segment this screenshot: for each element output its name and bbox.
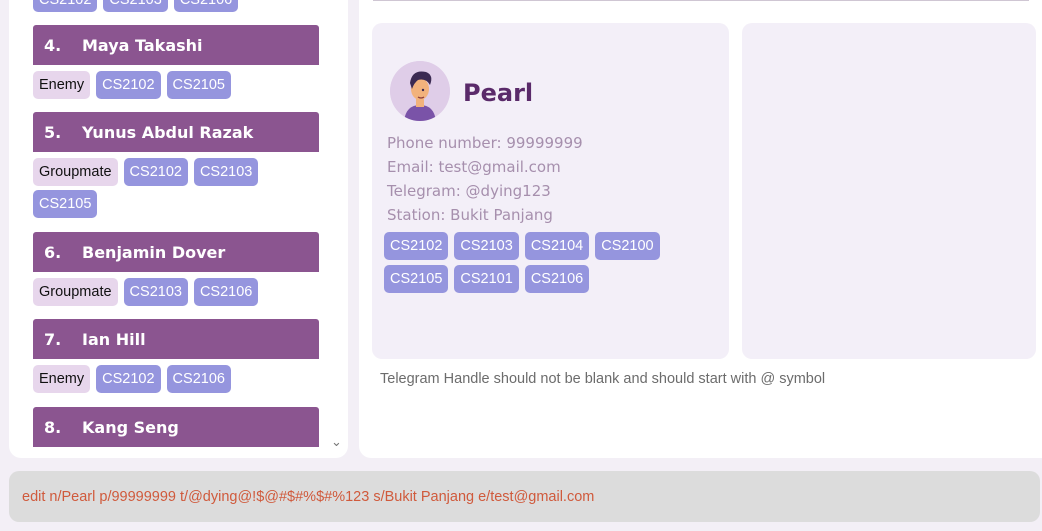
person-card-header[interactable]: 8. Kang Seng bbox=[33, 407, 319, 447]
module-tag: CS2103 bbox=[454, 232, 519, 260]
module-tag: CS2103 bbox=[193, 158, 259, 186]
person-index: 4. bbox=[44, 35, 62, 55]
detail-modules-row: CS2105 CS2101 CS2106 bbox=[384, 265, 590, 293]
person-card-header[interactable]: 5. Yunus Abdul Razak bbox=[33, 112, 319, 152]
module-tag: CS2106 bbox=[166, 365, 231, 393]
person-name: Benjamin Dover bbox=[82, 242, 226, 262]
module-tag: CS2106 bbox=[193, 278, 259, 306]
person-name: Kang Seng bbox=[82, 417, 179, 437]
avatar-icon bbox=[390, 61, 450, 121]
person-index: 5. bbox=[44, 122, 62, 142]
divider bbox=[373, 0, 1029, 1]
person-name: Ian Hill bbox=[82, 329, 146, 349]
detail-phone: Phone number: 99999999 bbox=[387, 134, 583, 152]
secondary-card bbox=[742, 23, 1036, 359]
module-tag: CS2102 bbox=[96, 71, 161, 99]
module-tag: CS2102 bbox=[33, 0, 98, 12]
module-tag: CS2102 bbox=[96, 365, 161, 393]
person-name: Maya Takashi bbox=[82, 35, 203, 55]
detail-name: Pearl bbox=[463, 79, 534, 107]
module-tag: CS2106 bbox=[524, 265, 590, 293]
person-index: 7. bbox=[44, 329, 62, 349]
person-card-header[interactable]: 6. Benjamin Dover bbox=[33, 232, 319, 272]
module-tag: CS2102 bbox=[123, 158, 188, 186]
role-tag: Groupmate bbox=[33, 158, 118, 186]
result-feedback: Telegram Handle should not be blank and … bbox=[380, 371, 826, 387]
person-tags: Enemy CS2102 CS2106 bbox=[33, 365, 323, 393]
command-box[interactable] bbox=[9, 471, 1040, 522]
person-tags: Enemy CS2102 CS2105 bbox=[33, 71, 323, 99]
detail-email: Email: test@gmail.com bbox=[387, 158, 561, 176]
person-index: 8. bbox=[44, 417, 62, 437]
role-tag: Enemy bbox=[33, 71, 91, 99]
person-tags: Groupmate CS2102 CS2103 CS2105 bbox=[33, 158, 323, 218]
module-tag: CS2102 bbox=[384, 232, 449, 260]
person-tags: Groupmate CS2103 CS2106 bbox=[33, 278, 323, 306]
module-tag: CS2105 bbox=[166, 71, 231, 99]
person-card-header[interactable]: 4. Maya Takashi bbox=[33, 25, 319, 65]
chevron-down-icon[interactable]: ⌄ bbox=[331, 434, 342, 450]
person-list-panel[interactable]: CS2102 CS2103 CS2106 4. Maya Takashi Ene… bbox=[9, 0, 348, 458]
person-index: 6. bbox=[44, 242, 62, 262]
module-tag: CS2103 bbox=[123, 278, 188, 306]
module-tag: CS2103 bbox=[103, 0, 168, 12]
partial-tag-row: CS2102 CS2103 CS2106 bbox=[33, 0, 239, 12]
module-tag: CS2100 bbox=[595, 232, 660, 260]
person-card-header[interactable]: 7. Ian Hill bbox=[33, 319, 319, 359]
module-tag: CS2104 bbox=[524, 232, 590, 260]
person-name: Yunus Abdul Razak bbox=[82, 122, 254, 142]
role-tag: Groupmate bbox=[33, 278, 118, 306]
module-tag: CS2105 bbox=[33, 190, 98, 218]
module-tag: CS2101 bbox=[454, 265, 519, 293]
module-tag: CS2106 bbox=[173, 0, 239, 12]
command-input[interactable] bbox=[20, 487, 1029, 506]
detail-station: Station: Bukit Panjang bbox=[387, 206, 553, 224]
detail-modules-row: CS2102 CS2103 CS2104 CS2100 bbox=[384, 232, 660, 260]
detail-telegram: Telegram: @dying123 bbox=[387, 182, 551, 200]
module-tag: CS2105 bbox=[384, 265, 449, 293]
role-tag: Enemy bbox=[33, 365, 91, 393]
